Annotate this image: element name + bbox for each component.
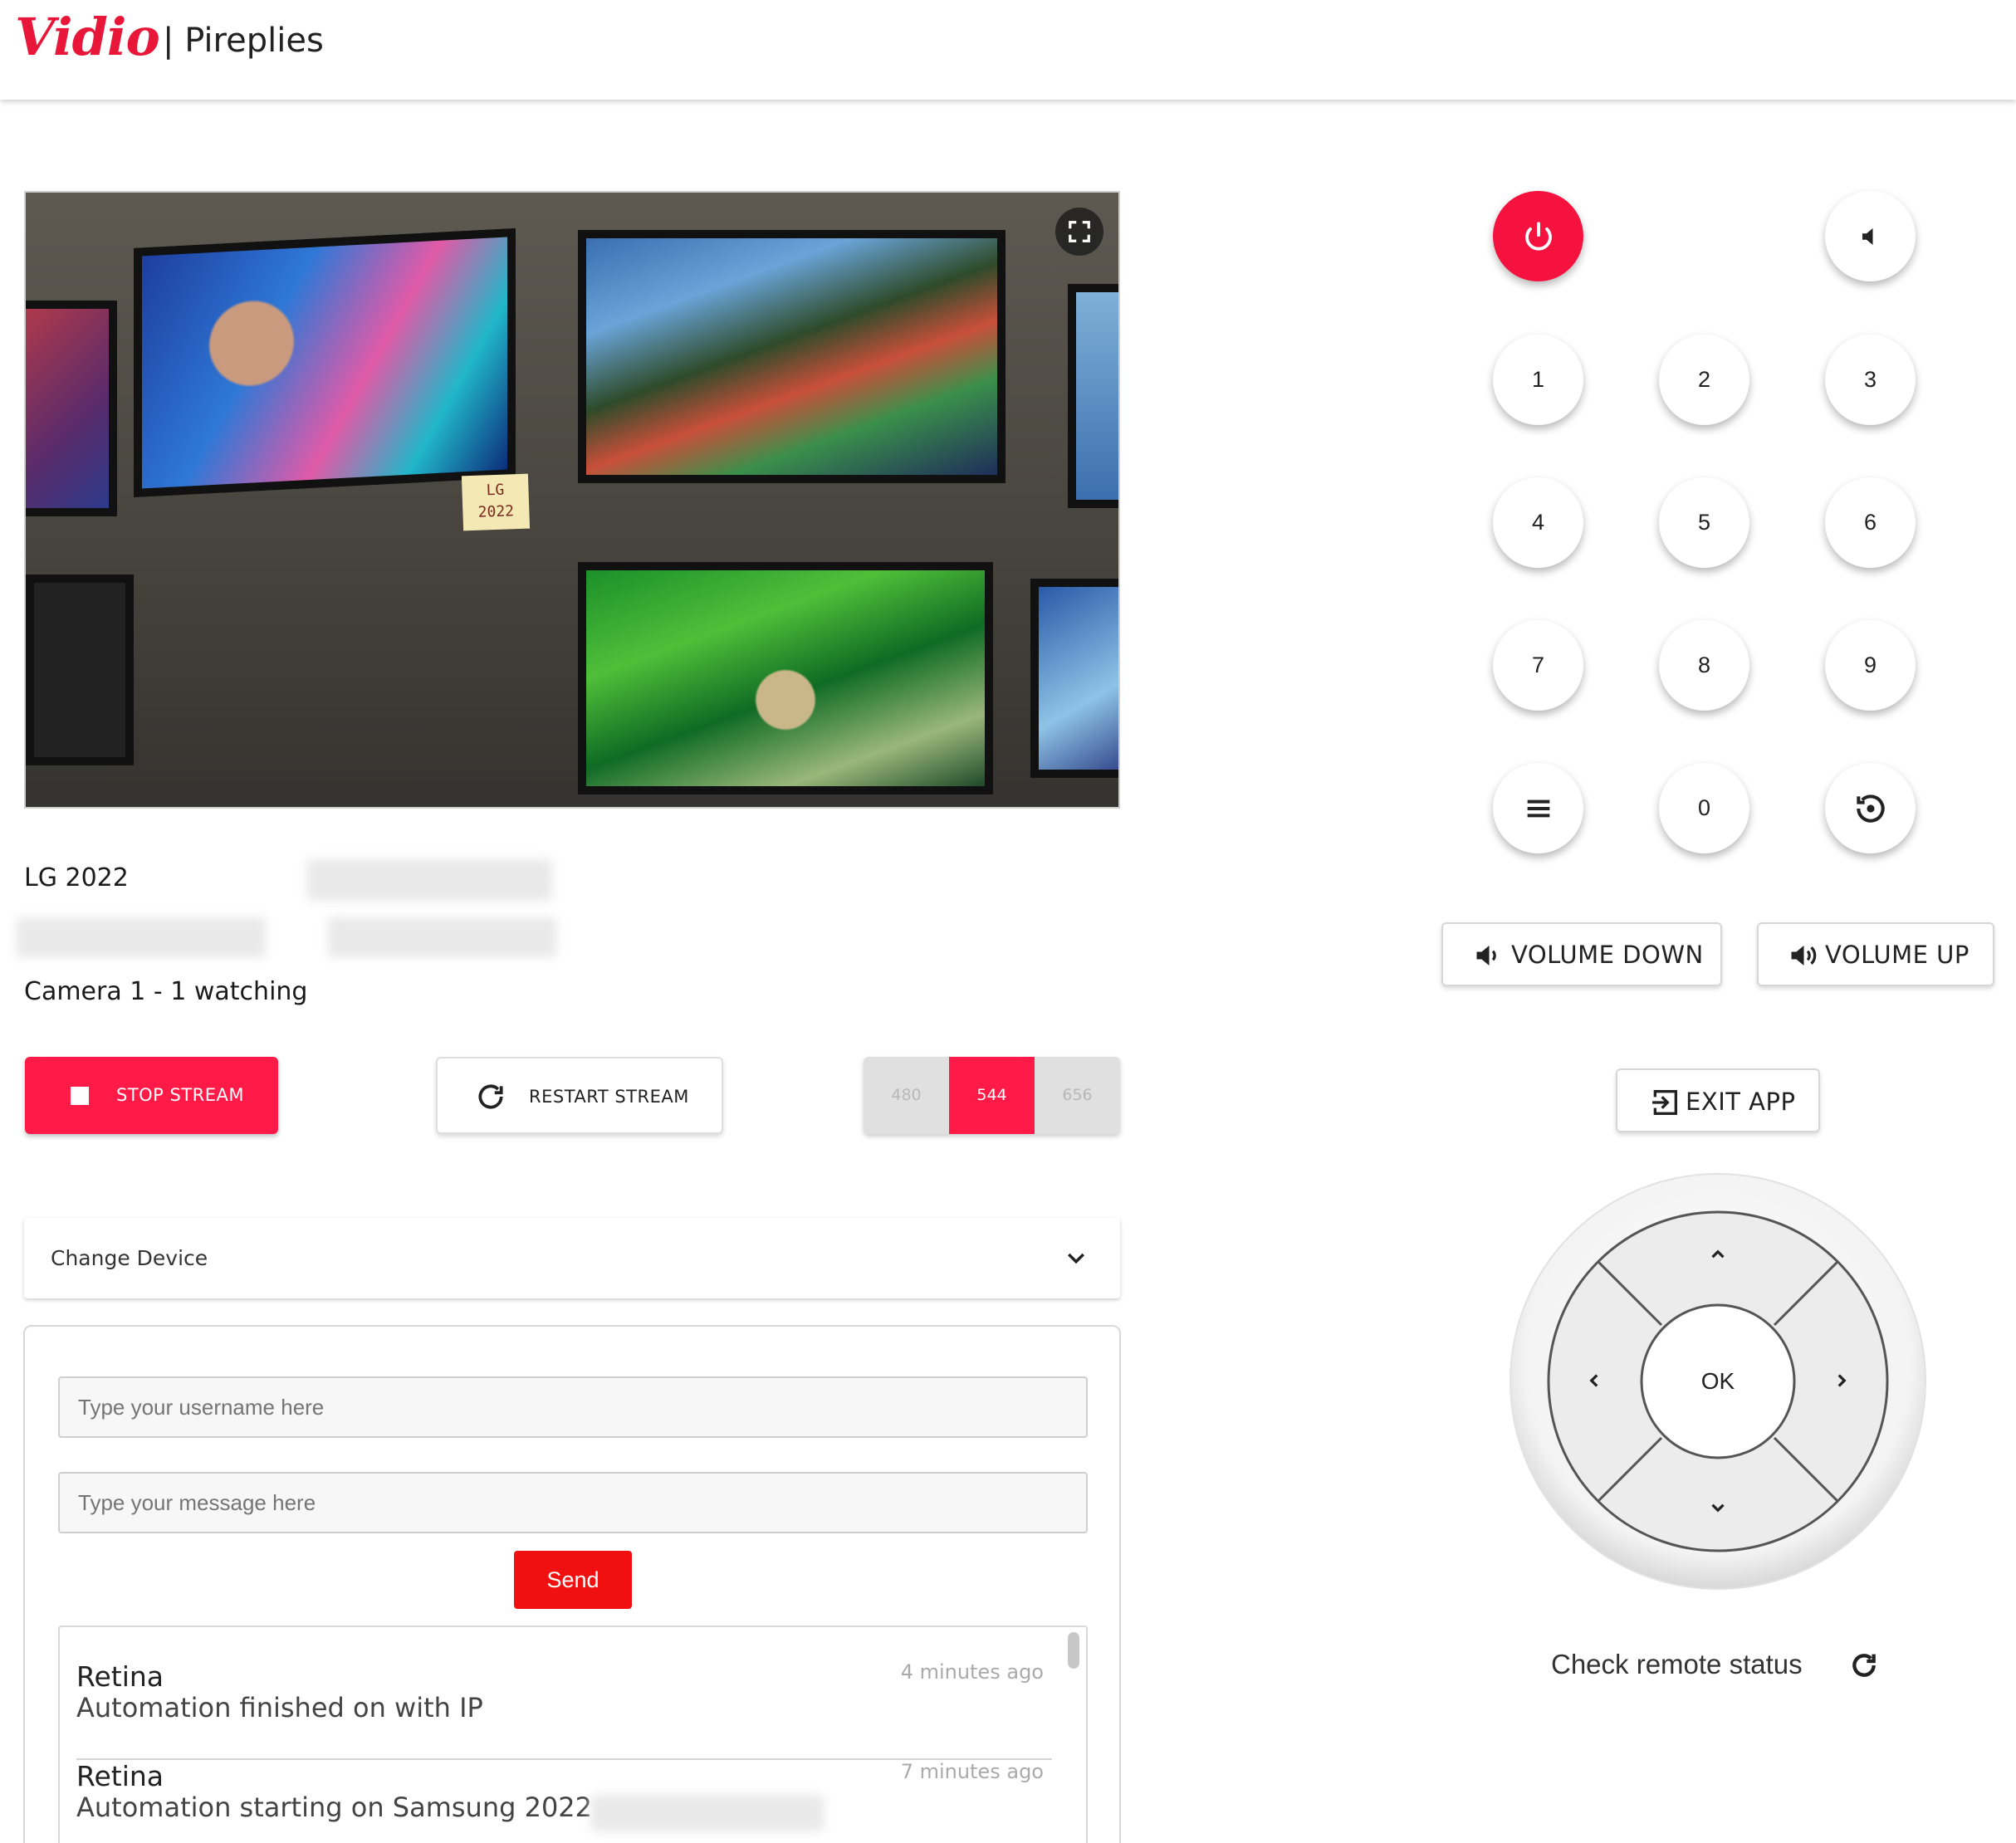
message-list[interactable]: Retina Automation finished on with IP 4 … <box>58 1625 1088 1843</box>
message-text: Automation finished on with IP <box>76 1692 483 1723</box>
fullscreen-icon <box>1069 221 1090 242</box>
resolution-toggle: 480 544 656 <box>864 1057 1120 1134</box>
redacted-info <box>328 917 556 957</box>
message-user: Retina <box>76 1760 164 1792</box>
resolution-480[interactable]: 480 <box>864 1057 949 1134</box>
num-button-7[interactable]: 7 <box>1493 620 1583 711</box>
tv-bottom-center <box>578 562 993 794</box>
chevron-up-icon <box>1711 1249 1725 1259</box>
stop-icon <box>71 1087 89 1105</box>
volume-down-icon <box>1476 946 1496 965</box>
num-button-5[interactable]: 5 <box>1659 477 1749 568</box>
tv-off <box>26 574 134 765</box>
change-device-dropdown[interactable]: Change Device <box>24 1218 1120 1298</box>
tv-left-edge <box>26 301 117 516</box>
dpad-left-button[interactable] <box>1569 1356 1619 1405</box>
exit-app-button[interactable]: EXIT APP <box>1616 1068 1820 1132</box>
volume-up-button[interactable]: VOLUME UP <box>1757 922 1994 986</box>
dpad-ok-button[interactable]: OK <box>1642 1305 1794 1458</box>
resolution-656[interactable]: 656 <box>1035 1057 1120 1134</box>
username-input[interactable] <box>58 1376 1088 1438</box>
history-icon <box>1856 794 1885 823</box>
tv-bottom-right <box>1030 579 1118 778</box>
message-time: 7 minutes ago <box>900 1760 1044 1783</box>
power-icon <box>1524 221 1552 251</box>
num-button-0[interactable]: 0 <box>1659 763 1749 853</box>
num-button-4[interactable]: 4 <box>1493 477 1583 568</box>
app-root: Vidio | Pireplies LG 2022 LG 2022 Camera… <box>0 0 2016 1843</box>
paper-note: LG 2022 <box>461 473 531 531</box>
num-button-6[interactable]: 6 <box>1825 477 1916 568</box>
device-name: LG 2022 <box>24 863 129 892</box>
dpad-down-button[interactable] <box>1693 1483 1743 1533</box>
mute-button[interactable] <box>1825 191 1916 281</box>
list-item: Retina Automation finished on with IP 4 … <box>76 1660 1052 1760</box>
redacted-info <box>591 1795 824 1831</box>
chevron-down-icon <box>1068 1253 1084 1264</box>
message-text: Automation starting on Samsung 2022 <box>76 1792 593 1823</box>
check-remote-status-label: Check remote status <box>1551 1649 1803 1679</box>
mute-icon <box>1862 227 1872 245</box>
message-input[interactable] <box>58 1472 1088 1533</box>
message-user: Retina <box>76 1660 164 1693</box>
num-button-1[interactable]: 1 <box>1493 335 1583 425</box>
resolution-544[interactable]: 544 <box>949 1057 1035 1134</box>
stop-stream-button[interactable]: STOP STREAM <box>25 1057 278 1134</box>
vidio-logo[interactable]: Vidio <box>15 7 160 67</box>
app-header: Vidio | Pireplies <box>0 0 2016 100</box>
camera-status: Camera 1 - 1 watching <box>24 977 308 1006</box>
menu-icon <box>1527 799 1549 817</box>
tv-top-left <box>134 227 516 498</box>
volume-up-icon <box>1791 946 1817 965</box>
chevron-right-icon <box>1837 1374 1847 1387</box>
page-title: | Pireplies <box>163 22 324 60</box>
scrollbar[interactable] <box>1068 1632 1079 1669</box>
send-button[interactable]: Send <box>514 1551 632 1609</box>
restart-stream-button[interactable]: RESTART STREAM <box>436 1057 723 1134</box>
tv-right-edge <box>1068 284 1118 508</box>
message-time: 4 minutes ago <box>900 1660 1044 1684</box>
history-button[interactable] <box>1825 763 1916 853</box>
chevron-down-icon <box>1711 1503 1725 1513</box>
exit-icon <box>1652 1090 1677 1115</box>
num-button-2[interactable]: 2 <box>1659 335 1749 425</box>
volume-down-button[interactable]: VOLUME DOWN <box>1441 922 1722 986</box>
dpad: OK <box>1508 1171 1928 1591</box>
check-remote-status-button[interactable] <box>1847 1649 1881 1682</box>
redacted-info <box>307 859 552 901</box>
menu-button[interactable] <box>1493 763 1583 853</box>
chat-panel: Send Retina Automation finished on with … <box>23 1325 1121 1843</box>
dpad-right-button[interactable] <box>1817 1356 1867 1405</box>
fullscreen-button[interactable] <box>1055 208 1103 256</box>
stream-video[interactable]: LG 2022 <box>24 191 1120 809</box>
num-button-8[interactable]: 8 <box>1659 620 1749 711</box>
refresh-icon <box>478 1084 503 1109</box>
list-item: Retina Automation starting on Samsung 20… <box>76 1760 1052 1843</box>
redacted-info <box>17 917 266 957</box>
dpad-up-button[interactable] <box>1693 1229 1743 1279</box>
refresh-icon <box>1852 1654 1876 1677</box>
num-button-9[interactable]: 9 <box>1825 620 1916 711</box>
power-button[interactable] <box>1493 191 1583 281</box>
chevron-left-icon <box>1589 1374 1598 1387</box>
num-button-3[interactable]: 3 <box>1825 335 1916 425</box>
tv-top-center <box>578 230 1006 483</box>
